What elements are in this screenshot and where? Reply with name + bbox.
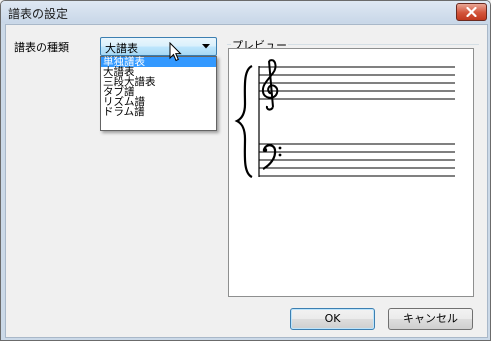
- staff-type-label: 譜表の種類: [14, 41, 69, 54]
- close-icon: [466, 7, 477, 17]
- dialog-window: 譜表の設定 譜表の種類 大譜表 単独譜表 大譜表 三段大譜表 タブ譜 リズム譜 …: [0, 0, 491, 341]
- bass-staff: [259, 143, 455, 177]
- option-drum-staff[interactable]: ドラム譜: [101, 107, 216, 118]
- bass-clef-icon: [262, 144, 282, 170]
- staff-type-selected-value: 大譜表: [105, 42, 138, 55]
- cancel-button[interactable]: キャンセル: [388, 308, 473, 330]
- close-button[interactable]: [456, 3, 487, 21]
- title-bar[interactable]: 譜表の設定: [1, 1, 490, 23]
- staff-type-dropdown-list: 単独譜表 大譜表 三段大譜表 タブ譜 リズム譜 ドラム譜: [100, 56, 217, 131]
- window-title: 譜表の設定: [8, 7, 69, 21]
- ok-button[interactable]: OK: [290, 308, 375, 330]
- brace-icon: [234, 64, 253, 179]
- staff-preview-canvas: [234, 59, 455, 179]
- dialog-client-area: 譜表の種類 大譜表 単独譜表 大譜表 三段大譜表 タブ譜 リズム譜 ドラム譜 プ…: [5, 24, 488, 338]
- treble-staff: [259, 66, 455, 100]
- mouse-cursor-icon: [169, 42, 182, 62]
- treble-clef-icon: [261, 59, 279, 111]
- staff-type-combobox[interactable]: 大譜表: [100, 37, 217, 56]
- staff-preview: [228, 48, 474, 297]
- dropdown-arrow-icon: [202, 44, 210, 49]
